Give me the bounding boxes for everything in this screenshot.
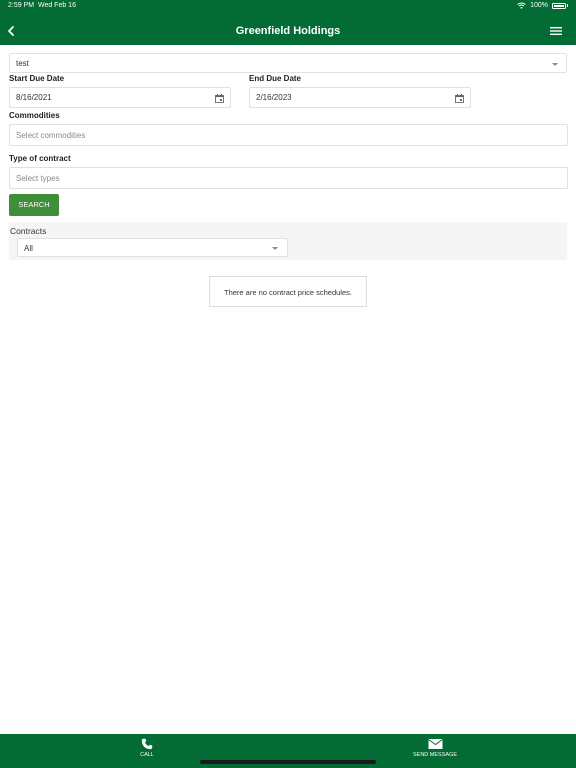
battery-icon [552,2,566,9]
search-button[interactable]: SEARCH [9,194,59,216]
start-date-label: Start Due Date [9,74,65,83]
send-message-label: SEND MESSAGE [412,752,457,758]
wifi-icon [517,2,526,9]
start-date-field[interactable]: 8/16/2021 [9,87,231,108]
status-time-value: 2:59 PM [8,2,35,9]
contracts-label: Contracts [10,226,47,236]
commodities-label: Commodities [9,111,60,120]
commodities-placeholder: Select commodities [16,131,86,140]
status-date: Wed Feb 16 [37,2,76,9]
contract-type-placeholder: Select types [16,174,60,183]
call-button[interactable]: CALL [127,734,167,768]
chevron-down-icon [552,63,558,66]
page-title: Greenfield Holdings [235,25,341,37]
hamburger-menu-icon[interactable] [550,25,562,37]
status-bar: 2:59 PM Wed Feb 16 100% [0,0,576,13]
home-indicator[interactable] [200,760,376,764]
envelope-icon [427,739,443,749]
call-label: CALL [140,752,154,758]
nav-bar: Greenfield Holdings [0,13,576,45]
contracts-select-value: All [24,244,33,253]
contract-type-label: Type of contract [9,154,71,163]
calendar-icon[interactable] [215,94,224,103]
battery-tip [567,4,568,7]
commodities-select[interactable]: Select commodities [9,124,568,146]
phone-icon [141,738,153,750]
status-time: 2:59 PM Wed Feb 16 [8,2,76,9]
end-date-value: 2/16/2023 [256,93,292,102]
battery-percent: 100% [530,2,548,9]
status-indicators: 100% [517,2,568,9]
contracts-select[interactable]: All [17,238,288,257]
account-select[interactable]: test [9,53,567,73]
contract-type-select[interactable]: Select types [9,167,568,189]
start-date-value: 8/16/2021 [16,93,52,102]
end-date-label: End Due Date [249,74,302,83]
end-date-field[interactable]: 2/16/2023 [249,87,471,108]
chevron-down-icon [272,247,278,250]
contracts-panel: Contracts All [9,222,567,260]
calendar-icon[interactable] [455,94,464,103]
empty-state-message: There are no contract price schedules. [209,276,367,307]
account-select-value: test [16,59,29,68]
send-message-button[interactable]: SEND MESSAGE [400,734,470,768]
